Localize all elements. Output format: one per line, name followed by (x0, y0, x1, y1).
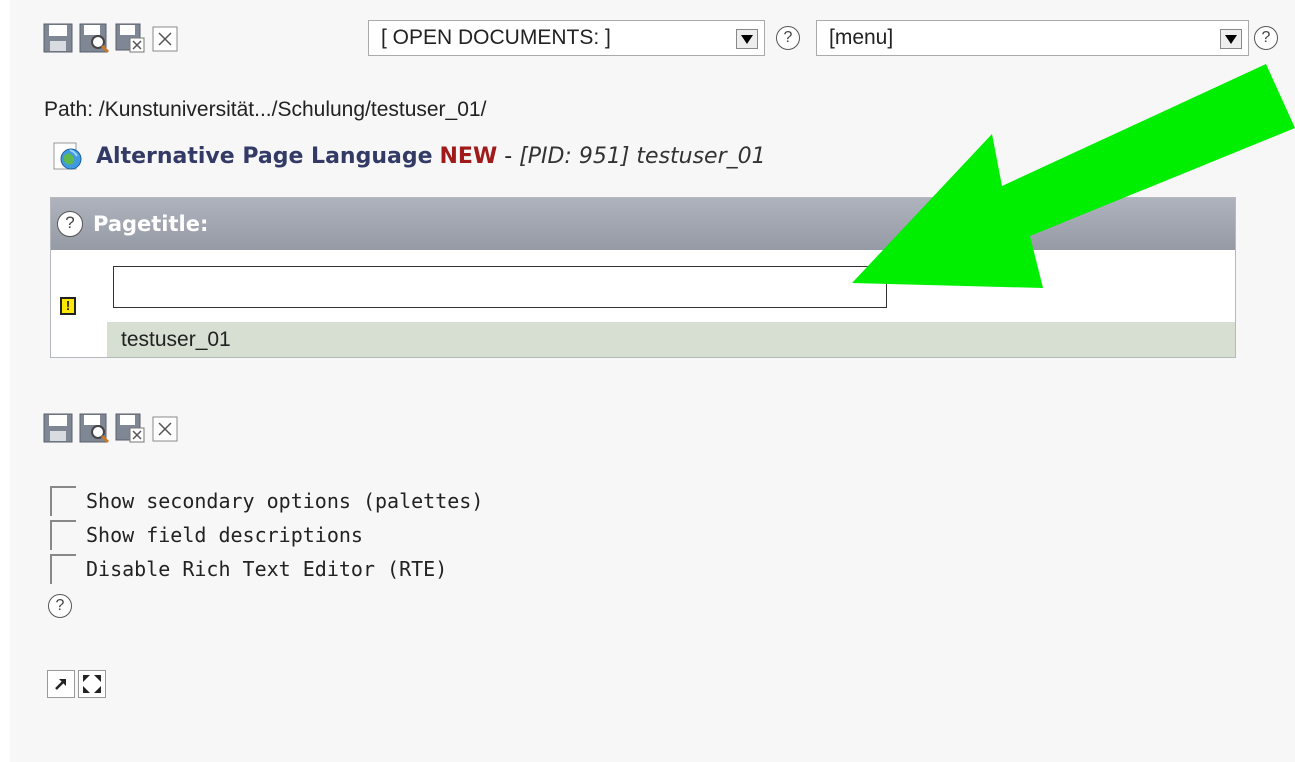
option-field-descriptions[interactable]: Show field descriptions (50, 518, 483, 552)
close-icon[interactable] (150, 412, 182, 444)
edit-form: [ OPEN DOCUMENTS: ] ? [menu] ? Path: /Ku… (10, 0, 1295, 762)
bottom-toolbar (42, 412, 182, 444)
save-and-view-icon[interactable] (78, 412, 110, 444)
menu-help-icon[interactable]: ? (1254, 26, 1278, 50)
option-disable-rte[interactable]: Disable Rich Text Editor (RTE) (50, 552, 483, 586)
breadcrumb-path: Path: /Kunstuniversität.../Schulung/test… (44, 98, 487, 121)
chevron-down-icon (736, 29, 758, 49)
checkbox[interactable] (50, 486, 76, 516)
record-title: Alternative Page Language NEW - [PID: 95… (52, 140, 766, 172)
option-label: Disable Rich Text Editor (RTE) (86, 557, 448, 581)
save-and-close-icon[interactable] (114, 22, 146, 54)
option-label: Show field descriptions (86, 523, 363, 547)
open-documents-select[interactable]: [ OPEN DOCUMENTS: ] (368, 20, 765, 56)
fullscreen-icon[interactable] (78, 670, 106, 698)
close-icon[interactable] (150, 22, 182, 54)
pagetitle-input[interactable] (113, 266, 887, 308)
menu-select[interactable]: [menu] (816, 20, 1249, 56)
pagetitle-field-panel: ? Pagetitle: ! testuser_01 (50, 197, 1236, 358)
title-separator: - (497, 143, 520, 169)
open-documents-select-value: [ OPEN DOCUMENTS: ] (381, 26, 611, 49)
record-pid-label: [PID: 951] testuser_01 (519, 143, 766, 169)
new-badge: NEW (439, 143, 498, 169)
save-and-view-icon[interactable] (78, 22, 110, 54)
save-and-close-icon[interactable] (114, 412, 146, 444)
top-toolbar (42, 22, 182, 54)
field-help-icon[interactable]: ? (57, 211, 83, 237)
option-label: Show secondary options (palettes) (86, 489, 484, 513)
display-options: Show secondary options (palettes) Show f… (50, 484, 483, 586)
open-in-new-window-icon[interactable] (47, 670, 75, 698)
original-language-value: testuser_01 (107, 322, 1235, 357)
options-help-icon[interactable]: ? (48, 594, 72, 618)
globe-page-icon[interactable] (52, 140, 84, 172)
checkbox[interactable] (50, 554, 76, 584)
checkbox[interactable] (50, 520, 76, 550)
chevron-down-icon (1220, 29, 1242, 49)
save-icon[interactable] (42, 412, 74, 444)
open-documents-help-icon[interactable]: ? (776, 26, 800, 50)
record-type-label: Alternative Page Language (96, 143, 433, 169)
option-secondary-palettes[interactable]: Show secondary options (palettes) (50, 484, 483, 518)
save-icon[interactable] (42, 22, 74, 54)
field-label: Pagetitle: (93, 212, 209, 236)
field-header: ? Pagetitle: (51, 198, 1235, 250)
warning-icon: ! (60, 297, 76, 315)
menu-select-value: [menu] (829, 26, 894, 49)
